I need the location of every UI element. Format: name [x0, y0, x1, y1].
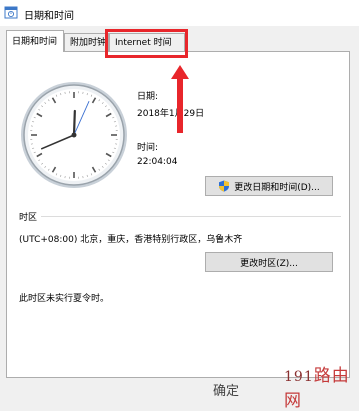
timezone-value: (UTC+08:00) 北京，重庆，香港特别行政区，乌鲁木齐: [19, 232, 242, 245]
window-title: 日期和时间: [24, 7, 74, 22]
time-value: 22:04:04: [137, 157, 177, 167]
title-bar: 日期和时间: [0, 0, 359, 26]
change-timezone-label: 更改时区(Z)...: [240, 256, 298, 269]
datetime-window-icon: [4, 5, 18, 19]
analog-clock: [19, 80, 129, 190]
dst-note: 此时区未实行夏令时。: [19, 291, 109, 304]
uac-shield-icon: [218, 180, 230, 192]
timezone-section-label: 时区: [19, 210, 37, 223]
date-label: 日期:: [137, 89, 158, 102]
highlight-box: [105, 29, 188, 58]
tab-date-time[interactable]: 日期和时间: [6, 30, 64, 52]
time-label: 时间:: [137, 140, 158, 153]
timezone-separator: [41, 216, 341, 217]
change-timezone-button[interactable]: 更改时区(Z)...: [205, 252, 333, 272]
ok-button[interactable]: 确定: [213, 380, 239, 399]
change-date-time-label: 更改日期和时间(D)...: [234, 180, 320, 193]
change-date-time-button[interactable]: 更改日期和时间(D)...: [205, 176, 333, 196]
tab-additional-clocks[interactable]: 附加时钟: [64, 33, 109, 52]
site-watermark: 191路由网: [284, 361, 359, 411]
red-arrow-annotation: [170, 65, 190, 133]
watermark-number: 191: [284, 369, 314, 385]
